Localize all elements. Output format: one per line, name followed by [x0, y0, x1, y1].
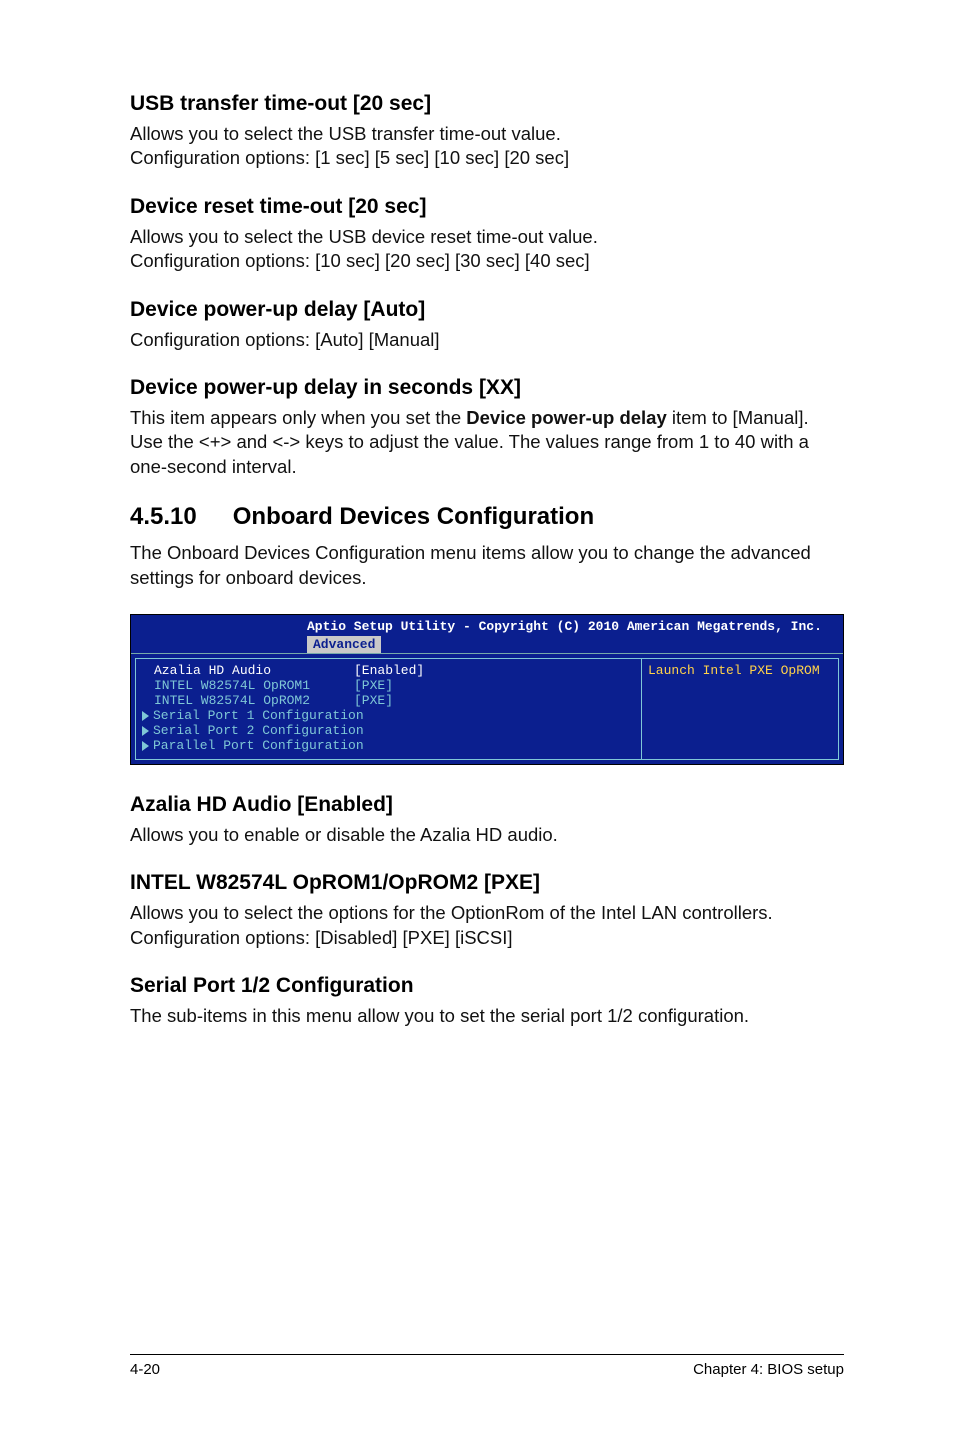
triangle-icon: [142, 711, 149, 721]
heading-device-reset: Device reset time-out [20 sec]: [130, 195, 844, 219]
heading-usb-transfer: USB transfer time-out [20 sec]: [130, 92, 844, 116]
chapter-label: Chapter 4: BIOS setup: [693, 1361, 844, 1378]
para-device-reset: Allows you to select the USB device rese…: [130, 225, 844, 274]
section-number: 4.5.10: [130, 503, 197, 531]
heading-power-delay: Device power-up delay [Auto]: [130, 298, 844, 322]
bios-key: Azalia HD Audio: [154, 663, 354, 678]
bios-sub-serial1: Serial Port 1 Configuration: [154, 708, 635, 723]
page-footer: 4-20 Chapter 4: BIOS setup: [130, 1354, 844, 1378]
para-power-delay-seconds: This item appears only when you set the …: [130, 406, 844, 479]
bios-sub-label: Parallel Port Configuration: [153, 738, 364, 753]
bios-row-oprom2: INTEL W82574L OpROM2 [PXE]: [154, 693, 635, 708]
triangle-icon: [142, 741, 149, 751]
text-pre: This item appears only when you set the: [130, 407, 466, 428]
para-power-delay: Configuration options: [Auto] [Manual]: [130, 328, 844, 352]
bios-tab-advanced: Advanced: [307, 636, 381, 653]
bios-val: [Enabled]: [354, 663, 424, 678]
text-bold: Device power-up delay: [466, 407, 666, 428]
heading-oprom: INTEL W82574L OpROM1/OpROM2 [PXE]: [130, 871, 844, 895]
bios-row-azalia: Azalia HD Audio [Enabled]: [154, 663, 635, 678]
bios-help-text: Launch Intel PXE OpROM: [648, 663, 820, 678]
section-intro: The Onboard Devices Configuration menu i…: [130, 541, 844, 590]
bios-sub-parallel: Parallel Port Configuration: [154, 738, 635, 753]
heading-azalia: Azalia HD Audio [Enabled]: [130, 793, 844, 817]
bios-help-pane: Launch Intel PXE OpROM: [641, 658, 839, 760]
triangle-icon: [142, 726, 149, 736]
bios-sub-label: Serial Port 2 Configuration: [153, 723, 364, 738]
heading-power-delay-seconds: Device power-up delay in seconds [XX]: [130, 376, 844, 400]
heading-serial-port: Serial Port 1/2 Configuration: [130, 974, 844, 998]
bios-key: INTEL W82574L OpROM2: [154, 693, 354, 708]
section-title: Onboard Devices Configuration: [233, 503, 594, 530]
para-oprom: Allows you to select the options for the…: [130, 901, 844, 950]
bios-val: [PXE]: [354, 678, 393, 693]
bios-screenshot: Aptio Setup Utility - Copyright (C) 2010…: [130, 614, 844, 765]
bios-val: [PXE]: [354, 693, 393, 708]
para-serial-port: The sub-items in this menu allow you to …: [130, 1004, 844, 1028]
para-usb-transfer: Allows you to select the USB transfer ti…: [130, 122, 844, 171]
para-azalia: Allows you to enable or disable the Azal…: [130, 823, 844, 847]
bios-sub-label: Serial Port 1 Configuration: [153, 708, 364, 723]
page-number: 4-20: [130, 1361, 160, 1378]
section-heading: 4.5.10 Onboard Devices Configuration: [130, 503, 844, 531]
bios-key: INTEL W82574L OpROM1: [154, 678, 354, 693]
bios-row-oprom1: INTEL W82574L OpROM1 [PXE]: [154, 678, 635, 693]
bios-sub-serial2: Serial Port 2 Configuration: [154, 723, 635, 738]
bios-title: Aptio Setup Utility - Copyright (C) 2010…: [307, 619, 822, 634]
